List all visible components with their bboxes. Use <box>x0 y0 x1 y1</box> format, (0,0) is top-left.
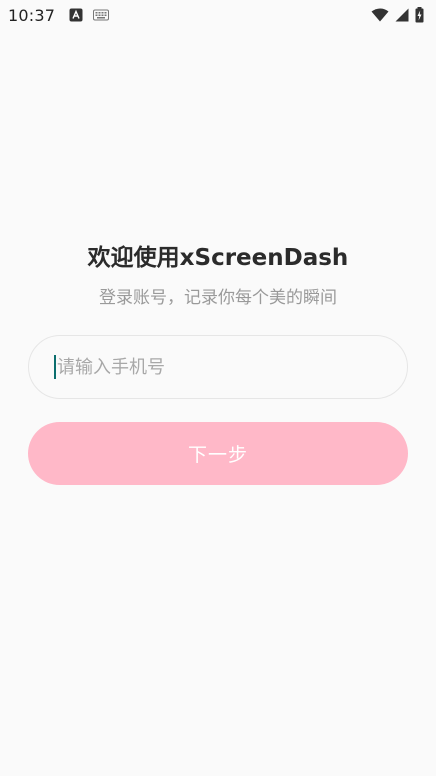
status-time: 10:37 <box>8 5 56 25</box>
phone-field[interactable] <box>28 335 408 399</box>
login-screen: 10:37 欢迎使用xScreenDash 登录账号，记录你每个美的瞬间 请输入… <box>0 0 436 776</box>
welcome-subtitle: 登录账号，记录你每个美的瞬间 <box>99 288 337 308</box>
next-step-button[interactable]: 下一步 <box>28 422 408 485</box>
keyboard-icon <box>93 9 110 21</box>
cellular-signal-icon <box>395 8 409 22</box>
text-recognition-icon <box>69 8 83 22</box>
battery-charging-icon <box>415 7 424 23</box>
text-cursor <box>54 355 56 379</box>
phone-input[interactable] <box>57 356 357 378</box>
status-bar: 10:37 <box>0 0 436 30</box>
welcome-title: 欢迎使用xScreenDash <box>87 245 349 271</box>
status-system-icons <box>371 7 424 23</box>
wifi-icon <box>371 8 389 22</box>
status-notification-icons <box>69 8 110 22</box>
